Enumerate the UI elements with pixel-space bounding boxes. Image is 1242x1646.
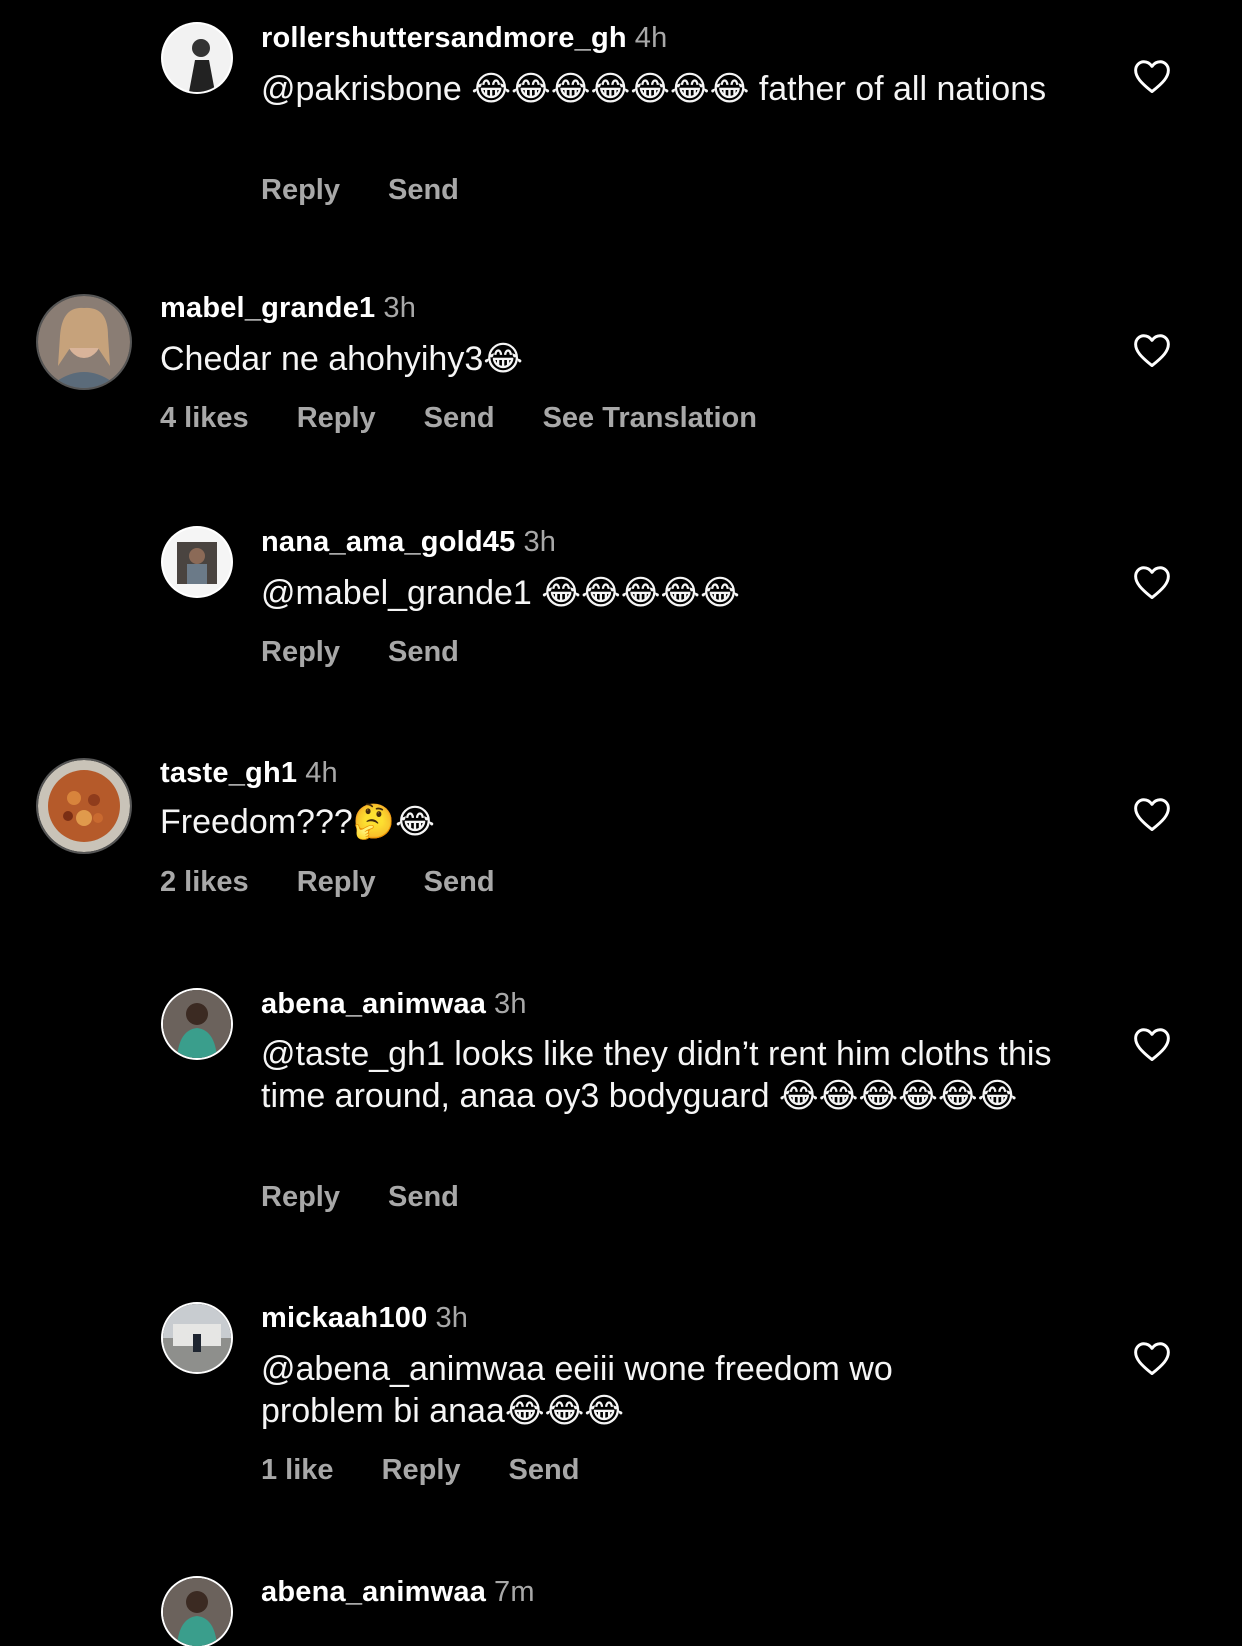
likes-count[interactable]: 1 like [261,1454,334,1487]
send-button[interactable]: Send [388,636,459,669]
timestamp: 3h [494,988,527,1020]
avatar[interactable] [163,1578,231,1646]
username[interactable]: mickaah100 [261,1302,427,1334]
heart-outline-icon[interactable] [1132,332,1172,368]
comment-text: @mabel_grande1 😂😂😂😂😂 [261,574,740,612]
timestamp: 7m [494,1576,535,1608]
likes-count[interactable]: 2 likes [160,866,249,899]
send-button[interactable]: Send [424,866,495,899]
comment-meta: taste_gh1 4h [160,757,338,790]
timestamp: 3h [383,292,417,324]
username[interactable]: abena_animwaa [261,988,486,1020]
comment-text: @taste_gh1 looks like they didn’t rent h… [261,1035,1052,1115]
reply-button[interactable]: Reply [261,1181,340,1214]
timestamp: 4h [634,22,668,54]
comment-text: Chedar ne ahohyihy3😂 [160,340,523,378]
avatar[interactable] [163,24,231,92]
username[interactable]: mabel_grande1 [160,292,375,324]
comment-text: @pakrisbone 😂😂😂😂😂😂😂 father of all nation… [261,70,1047,108]
heart-outline-icon[interactable] [1132,58,1172,94]
avatar[interactable] [38,296,130,388]
heart-outline-icon[interactable] [1132,1026,1172,1062]
timestamp: 3h [523,526,557,558]
reply-button[interactable]: Reply [297,402,376,435]
comment-text: Freedom???🤔😂 [160,803,435,841]
heart-outline-icon[interactable] [1132,564,1172,600]
comment-actions: Reply Send [261,1181,507,1214]
comment-actions: Reply Send [261,636,507,669]
likes-count[interactable]: 4 likes [160,402,249,435]
reply-button[interactable]: Reply [297,866,376,899]
avatar[interactable] [163,528,231,596]
username[interactable]: abena_animwaa [261,1576,486,1608]
comment-meta: mickaah100 3h [261,1302,468,1335]
heart-outline-icon[interactable] [1132,1340,1172,1376]
avatar[interactable] [163,990,231,1058]
username[interactable]: taste_gh1 [160,757,297,789]
avatar[interactable] [163,1304,231,1372]
reply-button[interactable]: Reply [261,636,340,669]
username[interactable]: nana_ama_gold45 [261,526,515,558]
comment-meta: abena_animwaa 3h [261,988,527,1021]
comment-meta: mabel_grande1 3h [160,292,416,325]
heart-outline-icon[interactable] [1132,796,1172,832]
comment-meta: abena_animwaa 7m [261,1576,535,1609]
reply-button[interactable]: Reply [261,174,340,207]
comment-meta: nana_ama_gold45 3h [261,526,556,559]
comment-meta: rollershuttersandmore_gh 4h [261,22,667,55]
comment-actions: 1 like Reply Send [261,1454,627,1487]
timestamp: 4h [305,757,338,789]
timestamp: 3h [435,1302,469,1334]
comment-text: @abena_animwaa eeiii wone freedom wo pro… [261,1350,893,1430]
comment-actions: 4 likes Reply Send See Translation [160,402,805,435]
send-button[interactable]: Send [424,402,495,435]
send-button[interactable]: Send [388,174,459,207]
send-button[interactable]: Send [509,1454,580,1487]
avatar[interactable] [38,760,130,852]
comment-actions: 2 likes Reply Send [160,866,543,899]
see-translation-button[interactable]: See Translation [543,402,757,435]
username[interactable]: rollershuttersandmore_gh [261,22,627,54]
reply-button[interactable]: Reply [382,1454,461,1487]
comment-actions: Reply Send [261,174,507,207]
send-button[interactable]: Send [388,1181,459,1214]
